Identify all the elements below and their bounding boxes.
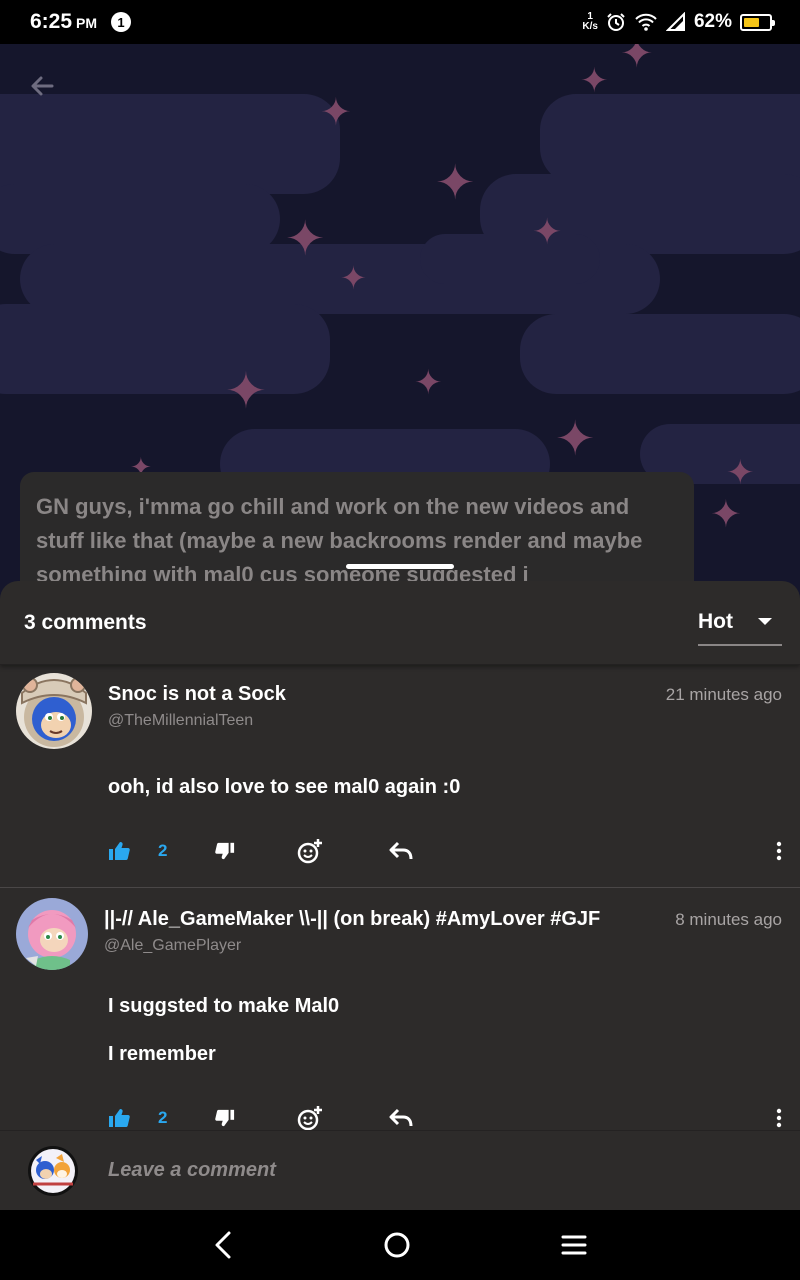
banner-cloud (0, 94, 340, 194)
star-icon: ✦ (710, 494, 742, 536)
comments-sheet: 3 comments Hot Snoc is not a Sock 21 min… (0, 581, 800, 1211)
signal-icon (665, 12, 685, 31)
star-icon: ✦ (414, 364, 443, 402)
reply-button[interactable] (389, 1108, 413, 1128)
banner-cloud (0, 304, 330, 394)
more-options-button[interactable] (776, 841, 782, 861)
reply-icon (389, 1108, 413, 1127)
star-icon: ✦ (555, 413, 596, 466)
like-button[interactable] (108, 1108, 130, 1128)
comments-header: 3 comments Hot (0, 581, 800, 665)
comment-text: I remember (108, 1043, 216, 1065)
status-bar: 6:25 PM 1 1 K/s 62% (0, 0, 800, 44)
star-icon: ✦ (340, 260, 367, 296)
avatar-image (16, 673, 92, 749)
banner-cloud (520, 314, 800, 394)
alarm-icon (607, 13, 625, 31)
comment-body: I suggsted to make Mal0 I remember (108, 994, 782, 1066)
comment-text: I suggsted to make Mal0 (108, 995, 340, 1017)
back-arrow-icon[interactable] (26, 70, 58, 102)
more-vertical-icon (776, 841, 782, 861)
comment-author[interactable]: Snoc is not a Sock (108, 683, 658, 706)
star-icon: ✦ (225, 363, 267, 419)
reply-icon (389, 841, 413, 860)
like-count: 2 (158, 841, 168, 860)
system-nav-bar (0, 1210, 800, 1280)
star-icon: ✦ (320, 92, 352, 134)
menu-icon[interactable] (561, 1234, 587, 1256)
comment-handle[interactable]: @TheMillennialTeen (108, 712, 782, 730)
comment-actions: 2 (108, 823, 782, 879)
sheet-drag-handle[interactable] (346, 564, 454, 569)
sort-dropdown[interactable]: Hot (698, 600, 782, 646)
add-emoji-icon (298, 839, 323, 864)
status-time-ampm: PM (76, 15, 98, 31)
thumbs-down-icon (215, 842, 235, 860)
comment-name-row: ||-// Ale_GameMaker \\-|| (on break) #Am… (104, 908, 782, 931)
dislike-button[interactable] (215, 1108, 235, 1128)
thumbs-up-icon (109, 1109, 130, 1127)
avatar-image (28, 1145, 78, 1196)
comment-item: Snoc is not a Sock 21 minutes ago @TheMi… (0, 665, 800, 887)
comment-meta: ||-// Ale_GameMaker \\-|| (on break) #Am… (104, 908, 782, 955)
reply-button[interactable] (389, 841, 413, 861)
more-options-button[interactable] (776, 1108, 782, 1128)
comment-timestamp: 21 minutes ago (665, 685, 782, 704)
comment-name-row: Snoc is not a Sock 21 minutes ago (108, 683, 782, 706)
avatar-image (16, 898, 88, 970)
banner-cloud (420, 234, 600, 284)
battery-percent: 62% (693, 11, 732, 32)
status-icons: 1 K/s 62% (582, 11, 775, 33)
battery-icon (740, 13, 775, 31)
wifi-icon (635, 13, 657, 31)
comment-author[interactable]: ||-// Ale_GameMaker \\-|| (on break) #Am… (104, 908, 667, 931)
notification-icon: 1 (111, 12, 132, 32)
sort-value: Hot (698, 609, 733, 633)
star-icon: ✦ (620, 44, 654, 76)
avatar[interactable] (16, 673, 92, 749)
dislike-button[interactable] (215, 841, 235, 861)
star-icon: ✦ (532, 211, 563, 252)
dropdown-arrow-icon (758, 618, 772, 625)
comment-input-placeholder[interactable]: Leave a comment (108, 1159, 276, 1182)
like-button[interactable] (108, 841, 130, 861)
post-text: GN guys, i'mma go chill and work on the … (36, 494, 643, 587)
comment-header: ||-// Ale_GameMaker \\-|| (on break) #Am… (16, 896, 782, 970)
comment-header: Snoc is not a Sock 21 minutes ago @TheMi… (16, 673, 782, 749)
back-icon[interactable] (213, 1230, 233, 1260)
star-icon: ✦ (285, 213, 326, 266)
add-emoji-icon (298, 1106, 323, 1131)
comment-handle[interactable]: @Ale_GamePlayer (104, 937, 782, 955)
battery-fill (744, 17, 759, 27)
comment-body: ooh, id also love to see mal0 again :0 (108, 775, 782, 799)
star-icon: ✦ (726, 454, 755, 492)
add-reaction-button[interactable] (297, 1105, 323, 1131)
comment-composer[interactable]: Leave a comment (0, 1130, 800, 1210)
net-speed: 1 K/s (582, 12, 598, 32)
notification-count: 1 (117, 14, 125, 30)
add-reaction-button[interactable] (297, 838, 323, 864)
net-speed-unit: K/s (582, 21, 598, 32)
star-icon: ✦ (580, 62, 609, 100)
star-icon: ✦ (435, 157, 476, 210)
thumbs-up-icon (109, 842, 130, 860)
thumbs-down-icon (215, 1109, 235, 1127)
comment-meta: Snoc is not a Sock 21 minutes ago @TheMi… (108, 683, 782, 730)
comment-timestamp: 8 minutes ago (675, 910, 782, 929)
status-time: 6:25 PM (30, 10, 97, 34)
home-icon[interactable] (383, 1231, 411, 1259)
current-user-avatar (28, 1145, 78, 1196)
more-vertical-icon (776, 1108, 782, 1128)
comment-count: 3 comments (24, 610, 147, 634)
status-time-value: 6:25 (30, 10, 73, 33)
avatar[interactable] (16, 898, 88, 970)
comment-text: ooh, id also love to see mal0 again :0 (108, 776, 461, 798)
like-count: 2 (158, 1108, 168, 1127)
banner-cloud (540, 94, 800, 184)
